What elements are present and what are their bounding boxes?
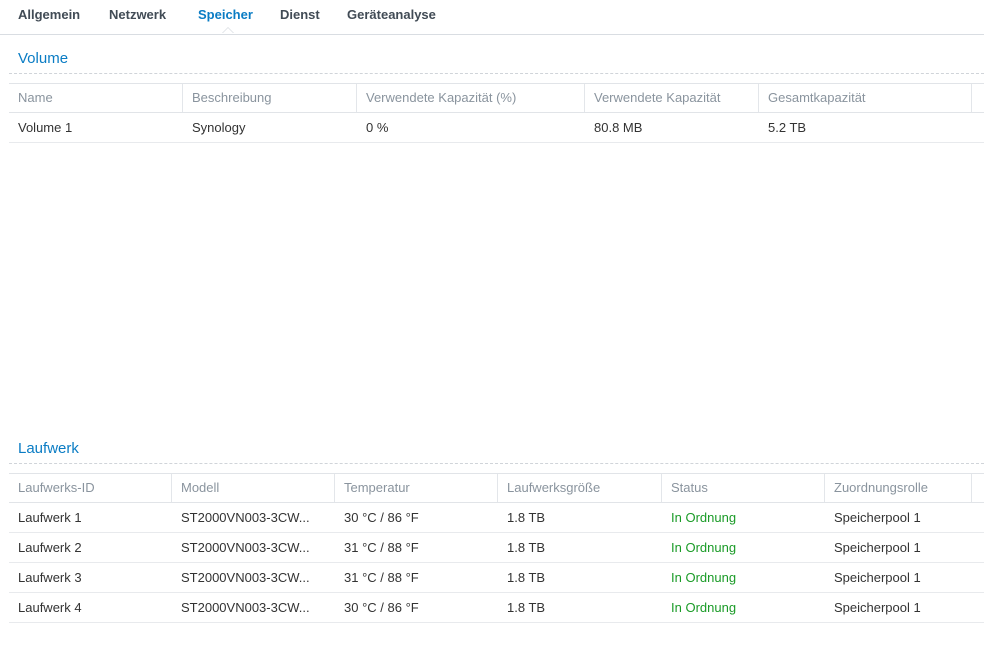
column-header-used-capacity-percent[interactable]: Verwendete Kapazität (%) [357,84,585,112]
volume-name-cell: Volume 1 [18,120,73,135]
column-header-beschreibung[interactable]: Beschreibung [183,84,357,112]
table-row[interactable]: Laufwerk 2 ST2000VN003-3CW... 31 °C / 88… [9,533,984,563]
drive-divider [9,463,984,464]
drive-status-cell: In Ordnung [671,540,737,555]
drive-id-cell: Laufwerk 3 [18,570,82,585]
tab-dienst[interactable]: Dienst [280,7,320,22]
column-header-drive-size[interactable]: Laufwerksgröße [498,474,662,502]
column-header-status[interactable]: Status [662,474,825,502]
drive-role-cell: Speicherpool 1 [834,570,921,585]
drive-status-cell: In Ordnung [671,600,737,615]
active-tab-indicator [222,27,234,33]
drive-size-cell: 1.8 TB [507,600,546,615]
column-header-used-capacity[interactable]: Verwendete Kapazität [585,84,759,112]
table-row[interactable]: Laufwerk 4 ST2000VN003-3CW... 30 °C / 86… [9,593,984,623]
drive-model-cell: ST2000VN003-3CW... [181,510,310,525]
drive-temperature-cell: 30 °C / 86 °F [344,510,419,525]
volume-used-cell: 80.8 MB [594,120,643,135]
drive-table: Laufwerks-ID Modell Temperatur Laufwerks… [9,473,984,623]
drive-temperature-cell: 31 °C / 88 °F [344,570,419,585]
tab-allgemein[interactable]: Allgemein [18,7,80,22]
drive-model-cell: ST2000VN003-3CW... [181,570,310,585]
volume-section-title: Volume [18,50,69,67]
column-header-name[interactable]: Name [9,84,183,112]
tab-geraeteanalyse[interactable]: Geräteanalyse [347,7,436,22]
column-header-model[interactable]: Modell [172,474,335,502]
drive-size-cell: 1.8 TB [507,510,546,525]
drive-model-cell: ST2000VN003-3CW... [181,600,310,615]
volume-table-header: Name Beschreibung Verwendete Kapazität (… [9,83,984,113]
drive-id-cell: Laufwerk 1 [18,510,82,525]
drive-section-title: Laufwerk [18,440,79,457]
drive-id-cell: Laufwerk 2 [18,540,82,555]
volume-total-cell: 5.2 TB [768,120,807,135]
drive-role-cell: Speicherpool 1 [834,600,921,615]
drive-size-cell: 1.8 TB [507,570,546,585]
drive-status-cell: In Ordnung [671,570,737,585]
drive-table-header: Laufwerks-ID Modell Temperatur Laufwerks… [9,473,984,503]
volume-used-percent-cell: 0 % [366,120,389,135]
column-header-total-capacity[interactable]: Gesamtkapazität [759,84,972,112]
volume-table: Name Beschreibung Verwendete Kapazität (… [9,83,984,143]
column-header-temperature[interactable]: Temperatur [335,474,498,502]
drive-size-cell: 1.8 TB [507,540,546,555]
column-header-drive-id[interactable]: Laufwerks-ID [9,474,172,502]
drive-role-cell: Speicherpool 1 [834,540,921,555]
drive-temperature-cell: 31 °C / 88 °F [344,540,419,555]
table-row[interactable]: Laufwerk 3 ST2000VN003-3CW... 31 °C / 88… [9,563,984,593]
table-row[interactable]: Volume 1 Synology 0 % 80.8 MB 5.2 TB [9,113,984,143]
drive-role-cell: Speicherpool 1 [834,510,921,525]
drive-temperature-cell: 30 °C / 86 °F [344,600,419,615]
drive-model-cell: ST2000VN003-3CW... [181,540,310,555]
volume-divider [9,73,984,74]
drive-id-cell: Laufwerk 4 [18,600,82,615]
volume-description-cell: Synology [192,120,246,135]
table-row[interactable]: Laufwerk 1 ST2000VN003-3CW... 30 °C / 86… [9,503,984,533]
column-header-role[interactable]: Zuordnungsrolle [825,474,972,502]
tab-bar: Allgemein Netzwerk Speicher Dienst Gerät… [0,0,984,35]
drive-status-cell: In Ordnung [671,510,737,525]
tab-speicher[interactable]: Speicher [198,7,253,22]
tab-netzwerk[interactable]: Netzwerk [109,7,166,22]
